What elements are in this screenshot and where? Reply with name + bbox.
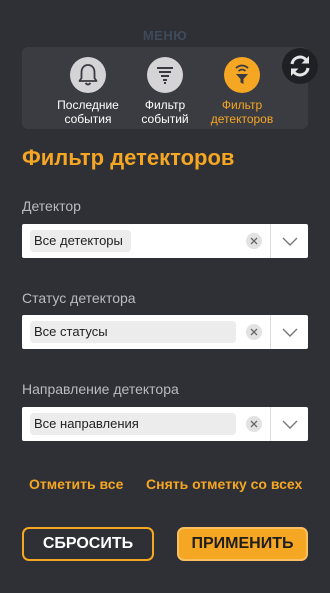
direction-clear-icon[interactable] xyxy=(246,416,262,432)
tab-detectors-filter-label: Фильтр детекторов xyxy=(210,98,274,126)
status-selected-chip: Все статусы xyxy=(30,321,236,343)
tab-recent-events[interactable]: Последние события xyxy=(48,57,128,126)
page-title: Фильтр детекторов xyxy=(22,145,235,170)
tabs-panel: Последние события Фильтр событий Фильтр … xyxy=(22,47,308,129)
detector-selected-chip: Все детекторы xyxy=(30,230,131,252)
detector-label: Детектор xyxy=(22,198,81,214)
status-select[interactable]: Все статусы xyxy=(22,315,308,349)
refresh-button[interactable] xyxy=(282,48,318,84)
status-clear-icon[interactable] xyxy=(246,324,262,340)
filter-list-icon xyxy=(147,57,183,93)
detector-clear-icon[interactable] xyxy=(246,233,262,249)
direction-select[interactable]: Все направления xyxy=(22,407,308,441)
direction-divider xyxy=(270,407,271,441)
refresh-icon xyxy=(290,55,310,77)
bell-icon xyxy=(70,57,106,93)
detector-select[interactable]: Все детекторы xyxy=(22,224,308,258)
deselect-all-link[interactable]: Снять отметку со всех xyxy=(146,476,302,492)
detector-filter-icon xyxy=(224,57,260,93)
chevron-down-icon[interactable] xyxy=(280,417,300,431)
chevron-down-icon[interactable] xyxy=(280,234,300,248)
tab-events-filter-label: Фильтр событий xyxy=(141,98,189,126)
direction-label: Направление детектора xyxy=(22,381,179,397)
apply-button[interactable]: ПРИМЕНИТЬ xyxy=(177,527,308,561)
select-all-link[interactable]: Отметить все xyxy=(29,476,123,492)
tab-recent-events-label: Последние события xyxy=(57,98,119,126)
tab-detectors-filter[interactable]: Фильтр детекторов xyxy=(202,57,282,126)
detector-divider xyxy=(270,224,271,258)
tab-events-filter[interactable]: Фильтр событий xyxy=(125,57,205,126)
status-divider xyxy=(270,315,271,349)
chevron-down-icon[interactable] xyxy=(280,325,300,339)
status-label: Статус детектора xyxy=(22,290,136,306)
direction-selected-chip: Все направления xyxy=(30,413,236,435)
reset-button[interactable]: СБРОСИТЬ xyxy=(22,527,154,561)
menu-header: МЕНЮ xyxy=(142,28,188,43)
